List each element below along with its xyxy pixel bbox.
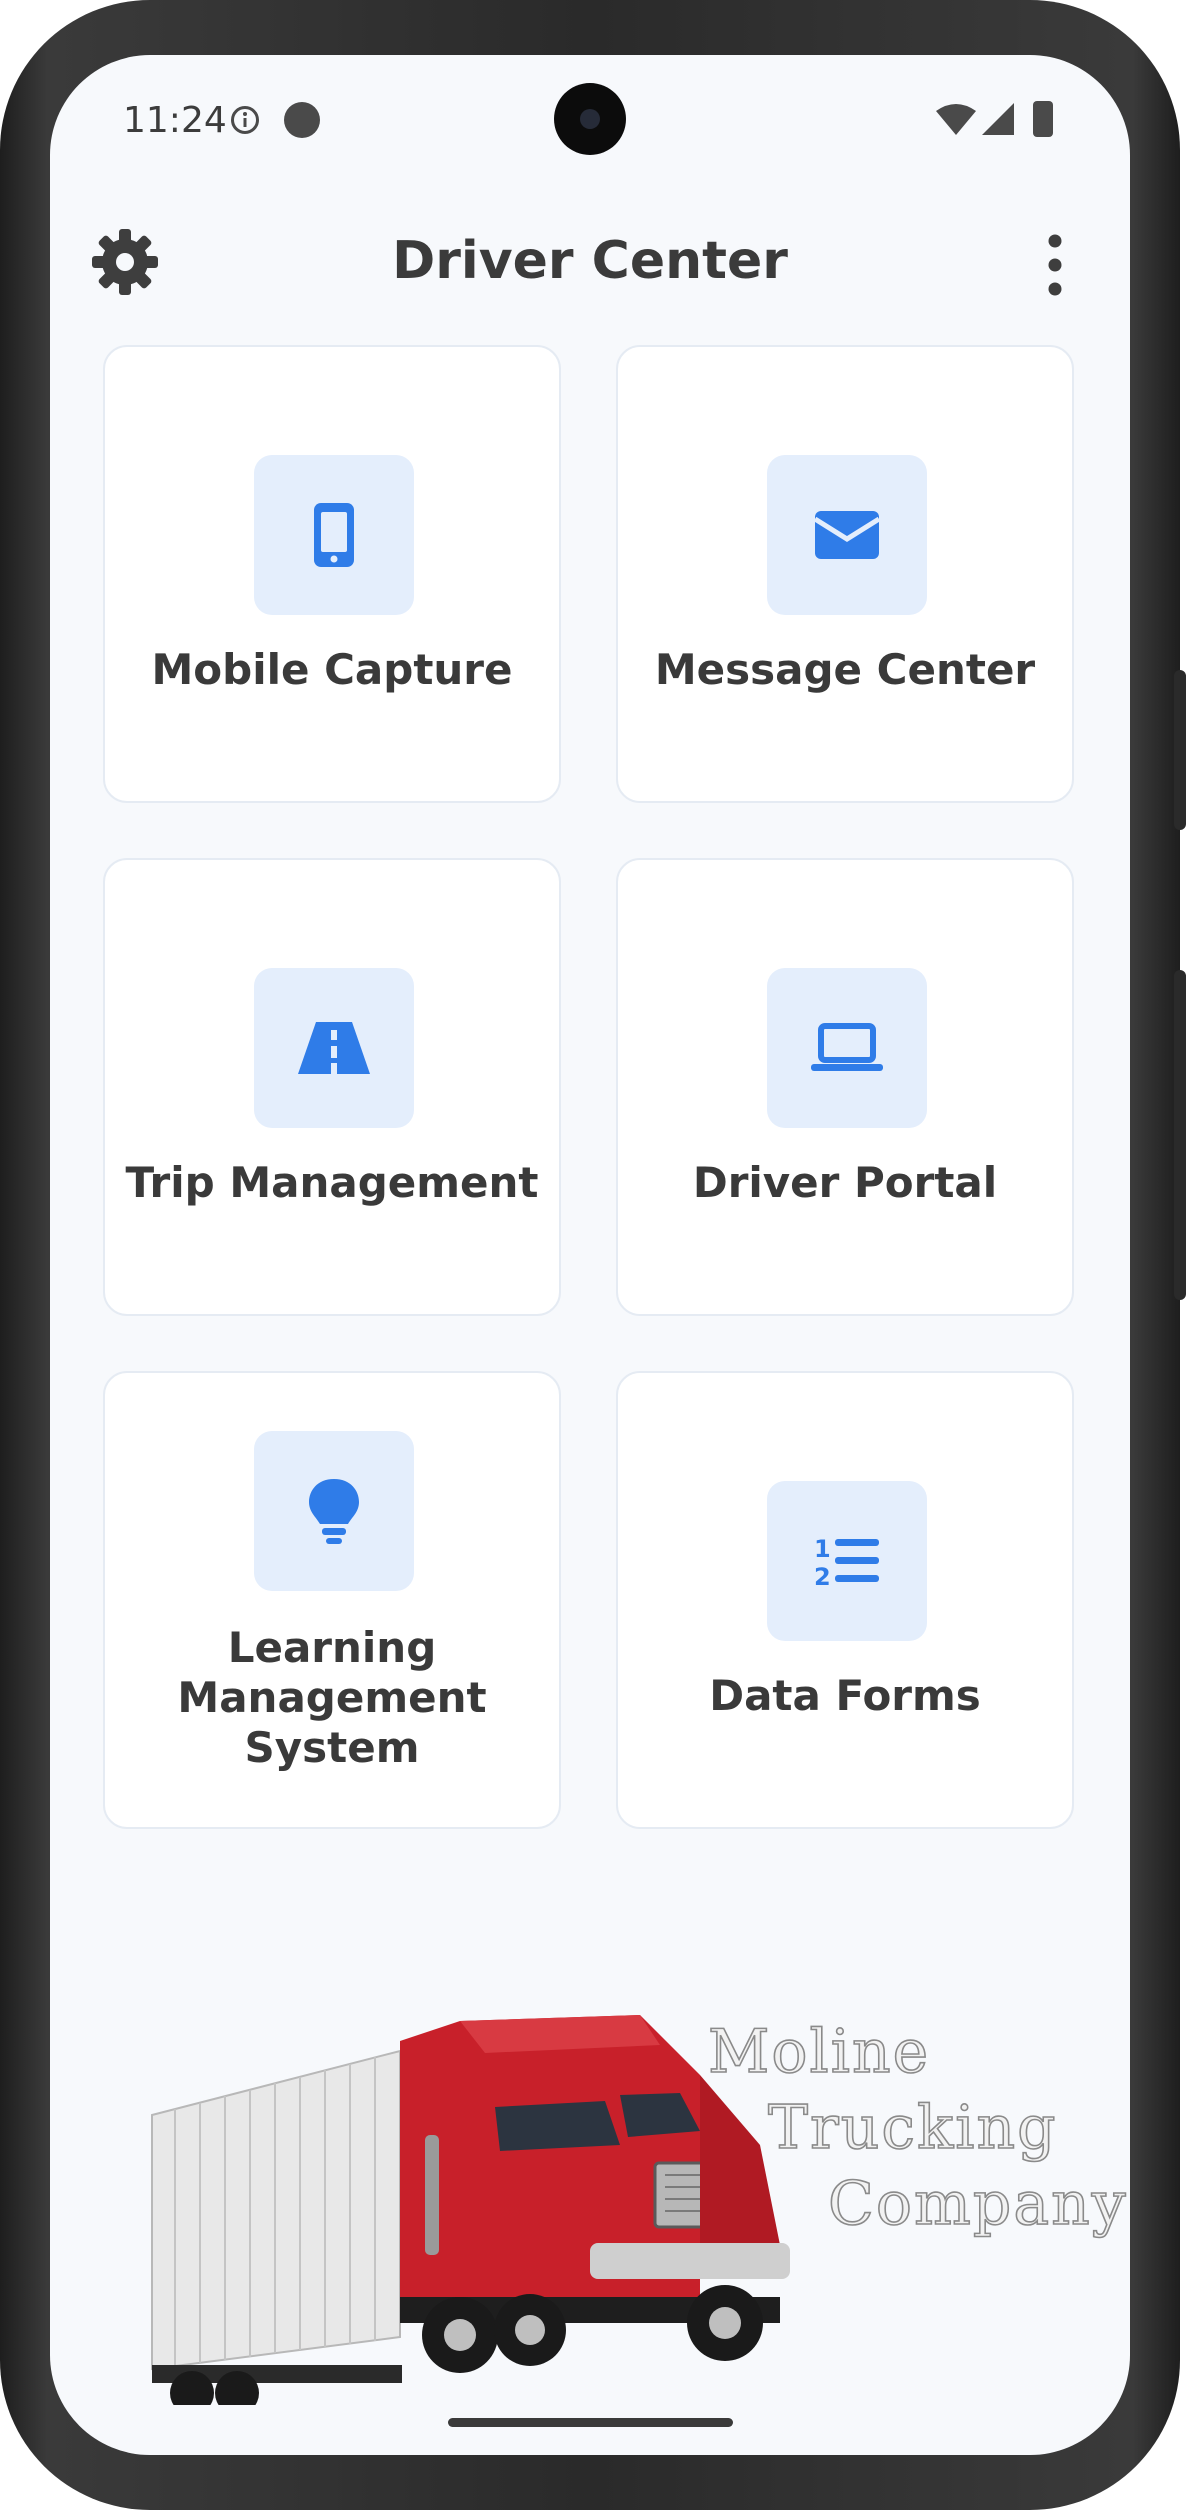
svg-text:1: 1: [814, 1535, 831, 1563]
menu-card-message-center[interactable]: Message Center: [616, 345, 1074, 803]
icon-tile: 1 2: [767, 1481, 927, 1641]
menu-card-trip-management[interactable]: Trip Management: [103, 858, 561, 1316]
menu-card-label: Learning Management System: [177, 1623, 487, 1772]
battery-icon: [1033, 101, 1053, 137]
front-camera: [554, 83, 626, 155]
info-icon: [231, 106, 259, 134]
laptop-icon: [811, 1023, 883, 1071]
numbered-list-icon: 1 2: [814, 1535, 879, 1591]
icon-tile: [254, 455, 414, 615]
brand-line-3: Company: [827, 2168, 1128, 2240]
icon-tile: [254, 1431, 414, 1591]
lightbulb-icon: [309, 1479, 359, 1544]
icon-tile: [767, 968, 927, 1128]
icon-tile: [254, 968, 414, 1128]
page-title: Driver Center: [392, 231, 788, 291]
brand-line-1: Moline: [707, 2016, 931, 2088]
envelope-icon: [813, 511, 881, 559]
power-button: [1174, 970, 1186, 1300]
volume-button: [1174, 670, 1186, 830]
phone-frame: 11:24 Driver Center Mobile Capture Messa…: [0, 0, 1186, 2510]
status-time: 11:24: [123, 100, 227, 141]
svg-text:2: 2: [814, 1563, 831, 1591]
status-bar: 11:24: [50, 55, 1130, 190]
wifi-icon: [936, 104, 976, 135]
menu-card-driver-portal[interactable]: Driver Portal: [616, 858, 1074, 1316]
menu-card-label: Mobile Capture: [151, 645, 513, 694]
menu-card-mobile-capture[interactable]: Mobile Capture: [103, 345, 561, 803]
company-logo-banner: Moline Trucking Company: [100, 1925, 1126, 2405]
menu-card-label: Driver Portal: [692, 1158, 998, 1207]
app-header: Driver Center: [50, 205, 1130, 320]
home-indicator[interactable]: [448, 2418, 733, 2427]
menu-card-label: Message Center: [654, 645, 1036, 694]
mobile-phone-icon: [314, 503, 354, 567]
brand-line-2: Trucking: [767, 2092, 1058, 2164]
menu-card-label: Data Forms: [709, 1671, 981, 1720]
menu-card-label: Trip Management: [125, 1158, 539, 1207]
menu-card-learning-management-system[interactable]: Learning Management System: [103, 1371, 561, 1829]
menu-card-data-forms[interactable]: 1 2 Data Forms: [616, 1371, 1074, 1829]
more-vertical-icon[interactable]: [1045, 233, 1065, 297]
screen: 11:24 Driver Center Mobile Capture Messa…: [50, 55, 1130, 2455]
truck-image: [151, 2015, 790, 2405]
notification-dot-icon: [284, 102, 320, 138]
road-icon: [298, 1022, 370, 1074]
signal-icon: [982, 103, 1014, 135]
icon-tile: [767, 455, 927, 615]
